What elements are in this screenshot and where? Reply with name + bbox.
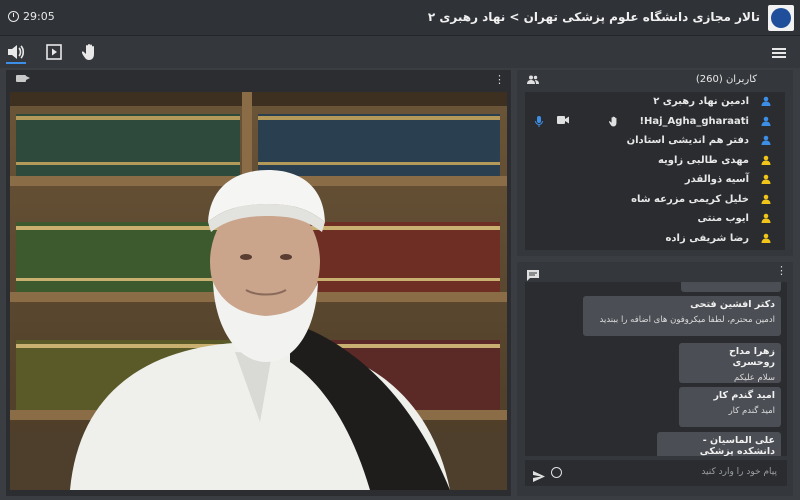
- send-icon[interactable]: [533, 467, 545, 486]
- users-icon: [527, 75, 539, 87]
- speaker-icon[interactable]: [6, 42, 26, 62]
- microphone-icon[interactable]: [535, 115, 543, 127]
- menu-icon[interactable]: [772, 48, 786, 58]
- video-stream: [10, 92, 507, 490]
- user-icon: [761, 213, 771, 223]
- user-item[interactable]: خلیل کریمی مزرعه شاه: [525, 190, 785, 210]
- play-icon[interactable]: [44, 42, 64, 62]
- more-options-icon[interactable]: ⋮: [494, 73, 505, 86]
- raise-hand-icon[interactable]: [609, 116, 619, 127]
- chat-message: [681, 282, 781, 292]
- user-item[interactable]: Haj_Agha_gharaati!: [525, 112, 785, 132]
- clock-icon: [8, 11, 19, 22]
- user-item[interactable]: آسیه ذوالقدر: [525, 170, 785, 190]
- user-icon: [761, 96, 771, 106]
- raise-hand-icon[interactable]: [80, 42, 100, 62]
- users-panel-title: کاربران (260): [695, 74, 757, 85]
- user-icon: [761, 116, 771, 126]
- chat-input-placeholder: پیام خود را وارد کنید: [701, 467, 777, 477]
- chat-message: دکتر افشین فتحی ادمین محترم، لطفا میکروف…: [583, 296, 781, 336]
- user-item[interactable]: مهدی طالبی زاویه: [525, 151, 785, 171]
- top-bar: تالار مجازی دانشگاه علوم پزشکی تهران > ن…: [0, 0, 800, 36]
- camera-icon: [16, 75, 30, 82]
- user-list: ادمین نهاد رهبری ۲ Haj_Agha_gharaati! دف…: [525, 92, 785, 250]
- more-options-icon[interactable]: ⋮: [776, 264, 787, 277]
- page-title: تالار مجازی دانشگاه علوم پزشکی تهران > ن…: [427, 10, 760, 24]
- user-icon: [761, 194, 771, 204]
- user-item[interactable]: رضا شریفی زاده: [525, 229, 785, 249]
- user-icon: [761, 174, 771, 184]
- timer-value: 29:05: [23, 10, 55, 23]
- user-icon: [761, 155, 771, 165]
- session-timer: 29:05: [8, 10, 55, 23]
- chat-input[interactable]: پیام خود را وارد کنید: [525, 460, 787, 486]
- camera-icon[interactable]: [557, 115, 569, 124]
- chat-messages: دکتر افشین فتحی ادمین محترم، لطفا میکروف…: [525, 282, 787, 456]
- active-tab-indicator: [6, 62, 26, 64]
- user-item[interactable]: دفتر هم اندیشی استادان: [525, 131, 785, 151]
- emoji-icon[interactable]: [551, 467, 562, 478]
- user-item[interactable]: ادمین نهاد رهبری ۲: [525, 92, 785, 112]
- university-logo: [768, 5, 794, 31]
- video-panel: ⋮: [6, 70, 511, 496]
- toolbar: [0, 36, 800, 68]
- chat-message: زهرا مداح روحسری سلام علیکم: [679, 343, 781, 383]
- user-icon: [761, 233, 771, 243]
- chat-panel: ⋮ دکتر افشین فتحی ادمین محترم، لطفا میکر…: [517, 262, 793, 496]
- user-item[interactable]: ایوب منتی: [525, 209, 785, 229]
- chat-message: علی الماسیان - دانشکده پزشکی: [657, 432, 781, 456]
- user-icon: [761, 135, 771, 145]
- users-panel: کاربران (260) ادمین نهاد رهبری ۲ Haj_Agh…: [517, 70, 793, 256]
- chat-message: امید گندم کار امید گندم کار: [679, 387, 781, 427]
